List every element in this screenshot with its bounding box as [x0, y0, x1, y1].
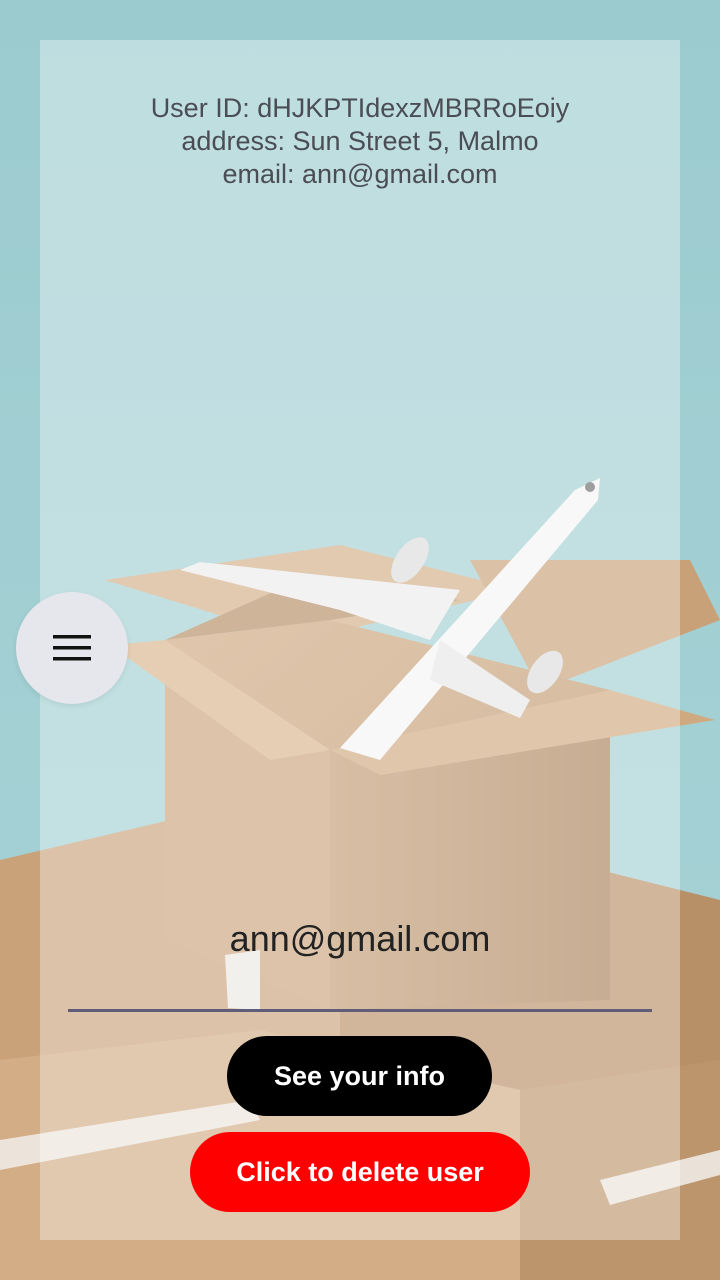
email-field-value[interactable]: ann@gmail.com	[68, 918, 652, 960]
user-id-text: User ID: dHJKPTIdexzMBRRoEoiy	[150, 93, 570, 123]
user-address-text: address: Sun Street 5, Malmo	[181, 126, 539, 156]
email-field[interactable]: ann@gmail.com	[68, 912, 652, 1012]
hamburger-menu-icon	[53, 635, 91, 661]
user-email-text: email: ann@gmail.com	[222, 159, 498, 189]
user-info: User ID: dHJKPTIdexzMBRRoEoiy address: S…	[40, 92, 680, 191]
see-info-button[interactable]: See your info	[227, 1036, 492, 1116]
delete-user-button[interactable]: Click to delete user	[190, 1132, 530, 1212]
menu-button[interactable]	[16, 592, 128, 704]
